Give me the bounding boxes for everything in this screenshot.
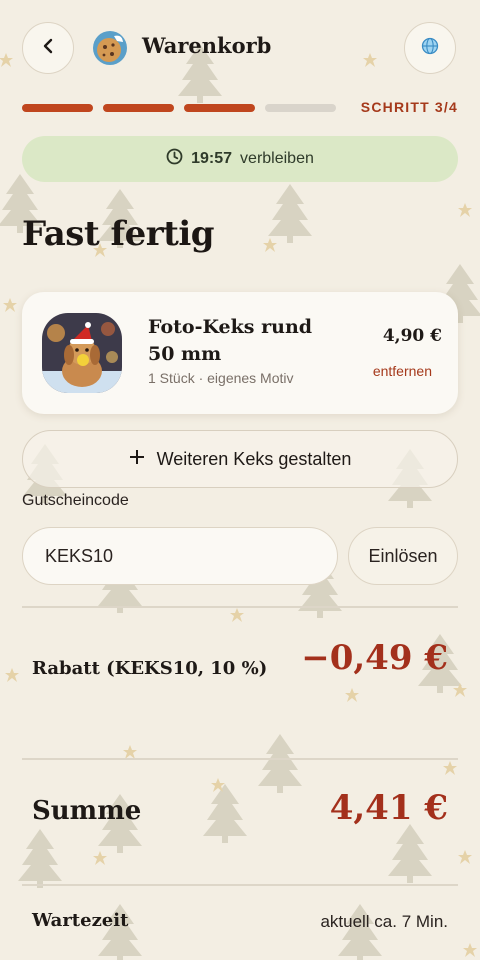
coupon-input[interactable]: KEKS10 — [22, 527, 338, 585]
chevron-left-icon — [41, 38, 55, 59]
item-price: 4,90 € — [382, 326, 442, 346]
add-cookie-button[interactable]: Weiteren Keks gestalten — [22, 430, 458, 488]
cart-item-card: Foto-Keks rund 50 mm 1 Stück · eigenes M… — [22, 292, 458, 414]
progress-steps — [22, 104, 336, 112]
plus-icon — [129, 449, 145, 470]
divider — [22, 884, 458, 886]
progress-step-4 — [265, 104, 336, 112]
wait-time-value: aktuell ca. 7 Min. — [320, 912, 448, 931]
app-header: Warenkorb — [0, 0, 480, 96]
progress-step-3 — [184, 104, 255, 112]
language-button[interactable] — [404, 22, 456, 74]
step-indicator: SCHRITT 3/4 — [360, 99, 458, 115]
coupon-value: KEKS10 — [45, 545, 114, 566]
divider — [22, 606, 458, 608]
page-heading: Fast fertig — [22, 214, 215, 254]
coupon-label: Gutscheincode — [22, 492, 129, 509]
divider — [22, 758, 458, 760]
total-value: 4,41 € — [329, 788, 448, 828]
progress-step-1 — [22, 104, 93, 112]
cookie-logo-icon — [92, 30, 128, 66]
progress-step-2 — [103, 104, 174, 112]
cookie-photo-thumbnail — [42, 313, 122, 393]
timer-time: 19:57 — [191, 150, 233, 167]
back-button[interactable] — [22, 22, 74, 74]
discount-value: −0,49 € — [301, 638, 448, 678]
reservation-timer: 19:57 verbleiben — [22, 136, 458, 182]
add-cookie-label: Weiteren Keks gestalten — [156, 448, 352, 469]
item-name: Foto-Keks rund 50 mm — [148, 316, 313, 365]
discount-label: Rabatt (KEKS10, 10 %) — [32, 658, 268, 679]
redeem-button[interactable]: Einlösen — [348, 527, 458, 585]
total-label: Summe — [32, 796, 142, 826]
page-title: Warenkorb — [142, 33, 272, 58]
remove-item-link[interactable]: entfernen — [373, 363, 432, 379]
wait-time-label: Wartezeit — [32, 910, 129, 931]
item-meta: 1 Stück · eigenes Motiv — [148, 370, 294, 386]
timer-suffix: verbleiben — [240, 150, 314, 167]
clock-icon — [166, 148, 183, 170]
globe-icon — [421, 37, 439, 60]
